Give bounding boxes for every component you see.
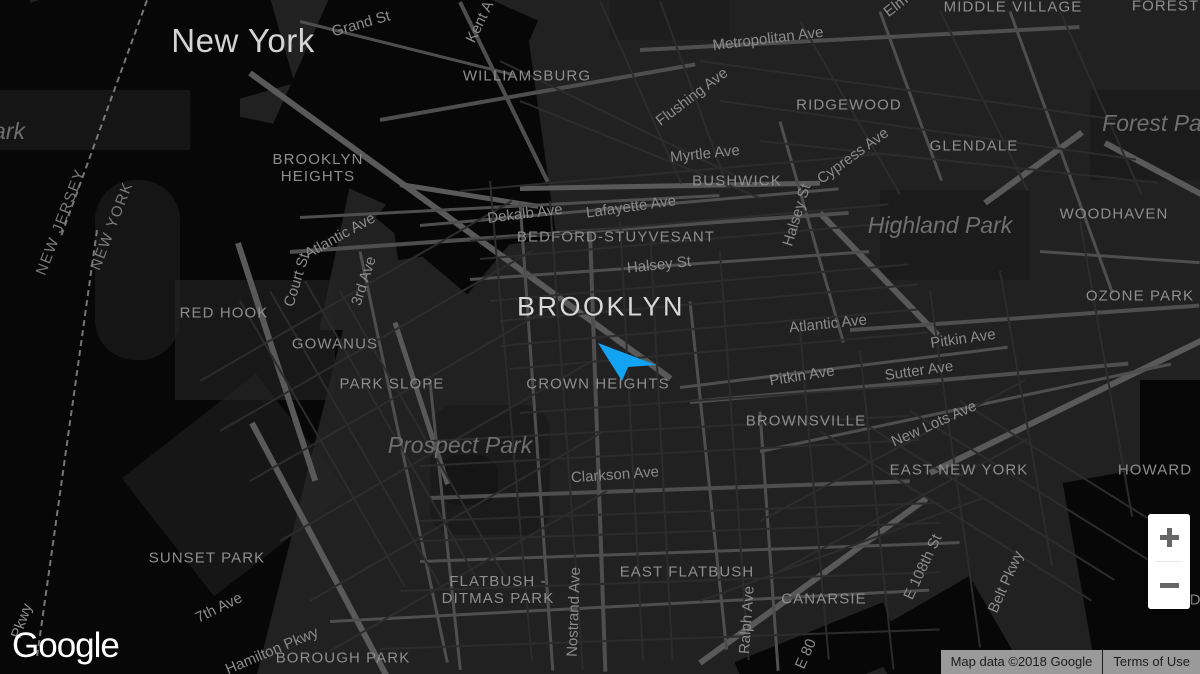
park-governors: [95, 180, 180, 360]
current-location-arrow-icon[interactable]: [596, 333, 658, 381]
park-highland: [880, 190, 1030, 280]
map-data-attribution: Map data ©2018 Google: [950, 654, 1093, 669]
minus-icon: [1159, 576, 1179, 595]
map-canvas[interactable]: New York BROOKLYN NEW JERSEY NEW YORK Prospe…: [0, 0, 1200, 674]
zoom-in-button[interactable]: [1148, 514, 1190, 561]
plus-icon: [1159, 528, 1179, 547]
attribution-bar: Map data ©2018 Google Terms of Use: [940, 650, 1200, 674]
google-logo: Google: [12, 626, 120, 665]
zoom-out-button[interactable]: [1148, 562, 1190, 609]
zoom-control[interactable]: [1148, 514, 1190, 609]
terms-of-use-link[interactable]: Terms of Use: [1103, 650, 1200, 674]
water-jamaica-bay-north: [1140, 380, 1200, 520]
